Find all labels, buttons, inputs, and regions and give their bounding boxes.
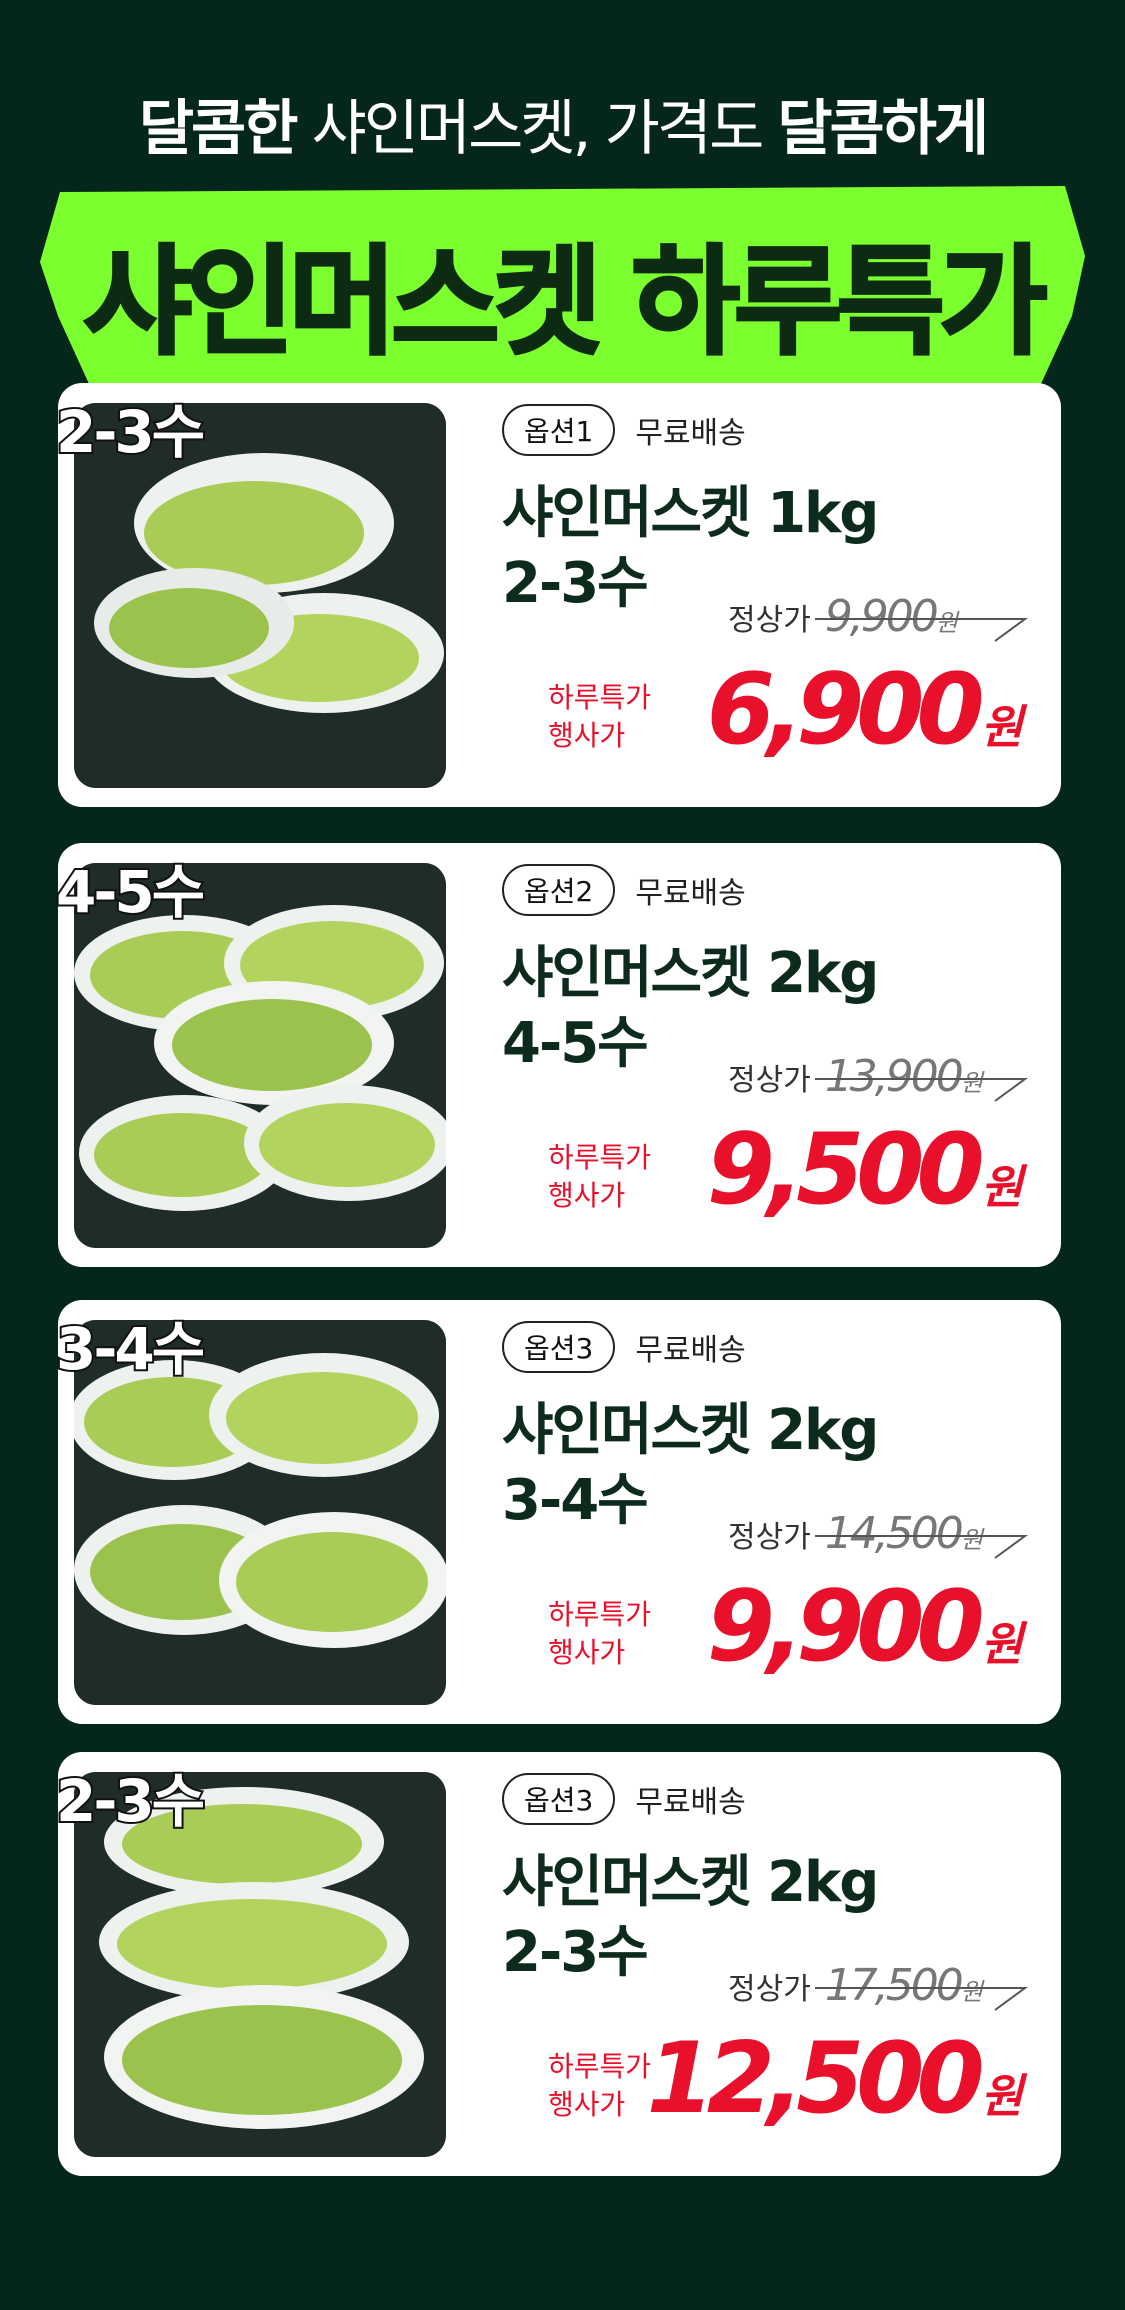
original-price: 9,900원 [814,591,1028,642]
product-card[interactable]: 2-3수 옵션3 무료배송 샤인머스켓 2kg 2-3수 정상가 17,500원… [54,1752,1061,2176]
banner-title: 샤인머스켓 하루특가 [82,232,1049,373]
tagline-bold-2: 달콤하게 [777,94,989,164]
sale-label-line1: 하루특가 [548,1141,652,1174]
shipping-label: 무료배송 [635,416,746,451]
option-row: 옵션1 무료배송 [502,404,746,456]
strikethrough-line [814,618,1028,642]
sale-label: 하루특가행사가 [548,2048,651,2124]
option-badge: 옵션3 [502,1321,616,1373]
tagline-middle: 샤인머스켓, 가격도 [295,94,778,164]
option-row: 옵션3 무료배송 [502,1773,746,1825]
product-card[interactable]: 2-3수 옵션1 무료배송 샤인머스켓 1kg 2-3수 정상가 9,900원 … [54,383,1061,807]
size-tag: 4-5수 [54,856,207,928]
original-price-row: 정상가 13,900원 [728,1051,1028,1102]
original-price: 13,900원 [814,1051,1028,1102]
sale-label-line2: 행사가 [548,2088,626,2121]
sale-price-value: 12,500 [646,2022,985,2136]
sale-label-line2: 행사가 [548,1636,626,1669]
sale-price: 9,500원 [707,1113,1023,1227]
size-tag: 2-3수 [54,1765,207,1837]
size-tag: 2-3수 [54,396,207,468]
sale-price-value: 9,500 [706,1113,985,1227]
sale-price-unit: 원 [980,2069,1023,2123]
sale-label-line1: 하루특가 [548,1598,652,1631]
product-name-line1: 샤인머스켓 2kg [502,941,879,1006]
sale-price: 9,900원 [707,1570,1023,1684]
original-price-label: 정상가 [728,1519,811,1555]
sale-label-line1: 하루특가 [548,2050,652,2083]
shipping-label: 무료배송 [635,1333,746,1368]
original-price-row: 정상가 17,500원 [728,1960,1028,2011]
original-price: 14,500원 [814,1508,1028,1559]
option-badge: 옵션2 [502,864,616,916]
sale-label: 하루특가행사가 [548,1596,651,1672]
option-row: 옵션2 무료배송 [502,864,746,916]
tagline-bold-1: 달콤한 [138,94,299,164]
sale-label: 하루특가행사가 [548,679,651,755]
product-name-line1: 샤인머스켓 2kg [502,1398,879,1463]
sale-price: 6,900원 [707,653,1023,767]
sale-label-line2: 행사가 [548,719,626,752]
original-price-label: 정상가 [728,1062,811,1098]
strikethrough-line [814,1535,1028,1559]
original-price-row: 정상가 14,500원 [728,1508,1028,1559]
product-card[interactable]: 3-4수 옵션3 무료배송 샤인머스켓 2kg 3-4수 정상가 14,500원… [54,1300,1061,1724]
product-card[interactable]: 4-5수 옵션2 무료배송 샤인머스켓 2kg 4-5수 정상가 13,900원… [54,843,1061,1267]
shipping-label: 무료배송 [635,1785,746,1820]
shipping-label: 무료배송 [635,876,746,911]
option-badge: 옵션3 [502,1773,616,1825]
option-badge: 옵션1 [502,404,616,456]
header: 달콤한 샤인머스켓, 가격도 달콤하게 샤인머스켓 하루특가 [0,0,1125,390]
tagline: 달콤한 샤인머스켓, 가격도 달콤하게 [0,80,1125,167]
sale-price-value: 9,900 [706,1570,985,1684]
original-price-label: 정상가 [728,602,811,638]
original-price-label: 정상가 [728,1971,811,2007]
sale-price-value: 6,900 [706,653,985,767]
sale-label-line2: 행사가 [548,1179,626,1212]
strikethrough-line [814,1987,1028,2011]
option-row: 옵션3 무료배송 [502,1321,746,1373]
sale-price-unit: 원 [980,1617,1023,1671]
sale-price-unit: 원 [980,1160,1023,1214]
original-price: 17,500원 [814,1960,1028,2011]
sale-price: 12,500원 [647,2022,1024,2136]
sale-label-line1: 하루특가 [548,681,652,714]
strikethrough-line [814,1078,1028,1102]
original-price-row: 정상가 9,900원 [728,591,1028,642]
title-banner: 샤인머스켓 하루특가 [40,186,1085,386]
size-tag: 3-4수 [54,1313,207,1385]
product-name-line1: 샤인머스켓 2kg [502,1850,879,1915]
sale-label: 하루특가행사가 [548,1139,651,1215]
product-name-line1: 샤인머스켓 1kg [502,481,879,546]
sale-price-unit: 원 [980,700,1023,754]
